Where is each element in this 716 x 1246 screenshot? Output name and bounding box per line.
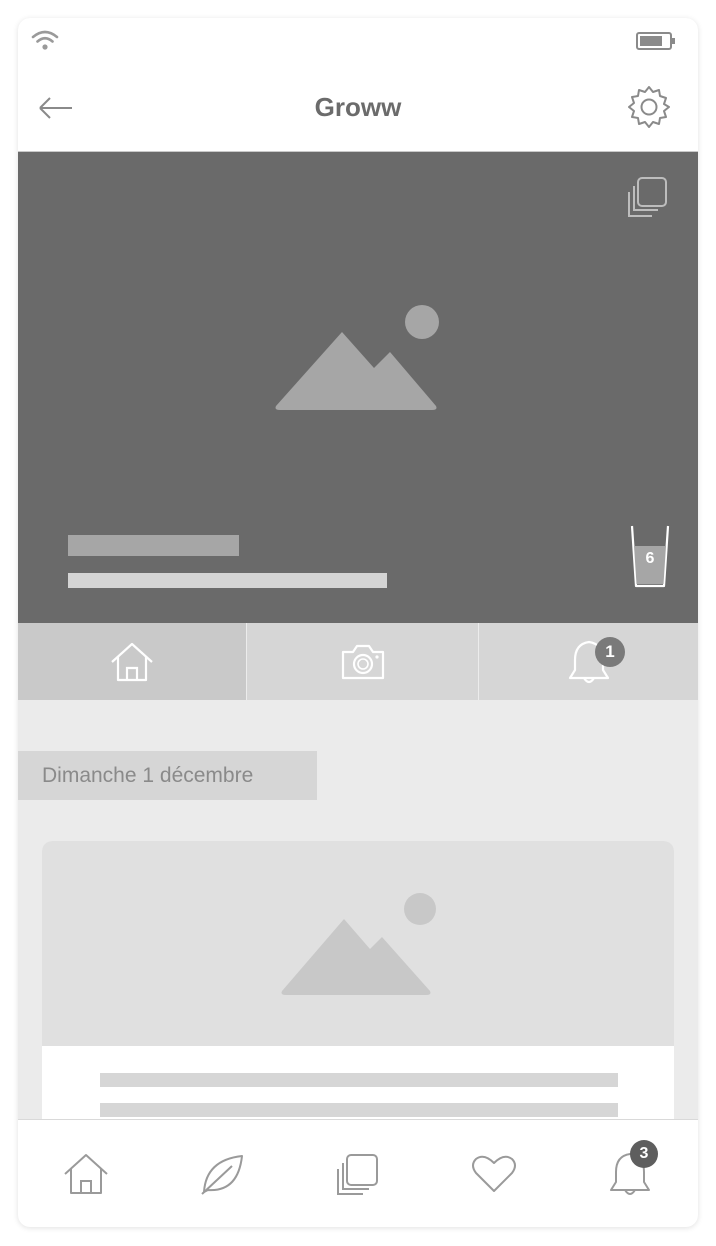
gallery-icon [337,1153,378,1195]
nav-gallery[interactable] [318,1134,398,1214]
tab-notifications[interactable]: 1 [478,623,698,700]
date-label: Dimanche 1 décembre [18,751,317,800]
home-icon [64,1153,108,1194]
app-header: Groww [18,70,698,152]
gear-icon[interactable] [626,84,672,130]
image-placeholder-icon [281,893,436,995]
image-placeholder-icon [275,305,439,410]
tab-home[interactable] [18,623,246,700]
camera-icon [341,644,384,679]
card-image [42,841,674,1046]
wifi-icon [31,30,59,50]
phone-screen: Groww 6 1 Dimanche 1 décembre 3 [18,18,698,1227]
notification-badge: 3 [630,1139,658,1168]
leaf-icon [201,1154,243,1195]
feed-card[interactable] [42,841,674,1131]
home-icon [111,642,153,681]
nav-leaf[interactable] [182,1134,262,1214]
hero-banner[interactable]: 6 [18,152,698,623]
tab-bar: 1 [18,623,698,700]
hero-title-placeholder [68,535,239,556]
hero-subtitle-placeholder [68,573,387,588]
bottom-navigation: 3 [18,1119,698,1227]
card-text-placeholder [100,1073,618,1087]
notification-badge: 1 [595,637,625,667]
heart-icon [472,1155,516,1192]
card-text-placeholder [100,1103,618,1117]
nav-notifications[interactable]: 3 [590,1134,670,1214]
gallery-icon[interactable] [626,176,670,218]
battery-icon [636,32,675,50]
nav-favorites[interactable] [454,1134,534,1214]
nav-home[interactable] [46,1134,126,1214]
glass-count: 6 [645,550,655,567]
page-title: Groww [314,92,402,122]
status-bar [18,18,698,70]
tab-camera[interactable] [246,623,478,700]
